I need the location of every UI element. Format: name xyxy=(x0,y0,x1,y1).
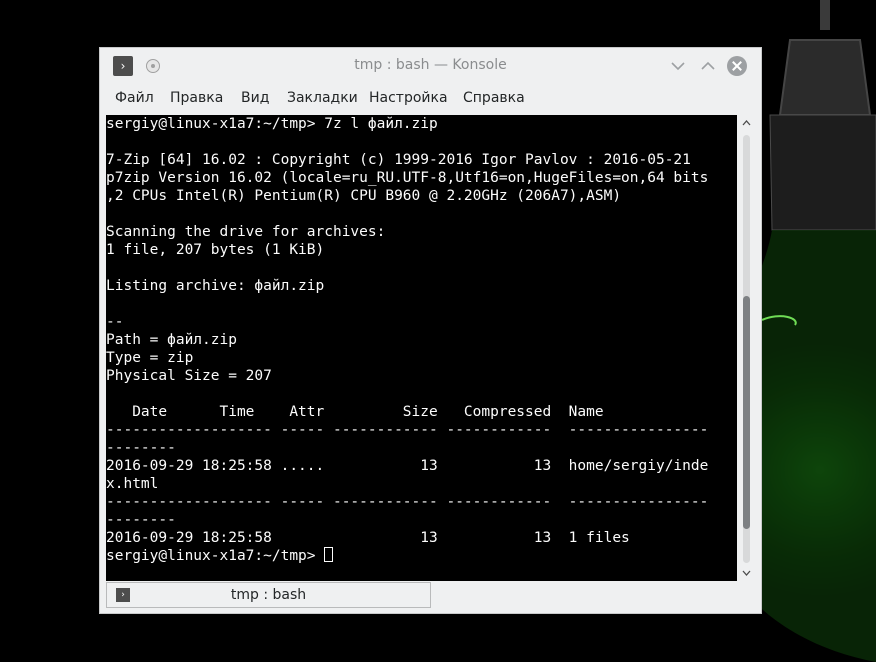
konsole-window: › tmp : bash — Konsole Файл Правка Вид З… xyxy=(99,47,762,614)
terminal-line: Physical Size = 207 xyxy=(106,368,272,384)
menu-view[interactable]: Вид xyxy=(241,90,269,106)
scroll-down-arrow-icon[interactable] xyxy=(742,568,751,577)
terminal-output[interactable]: sergiy@linux-x1a7:~/tmp> 7z l файл.zip 7… xyxy=(106,115,737,581)
terminal-line: -- xyxy=(106,314,124,330)
terminal-line: Listing archive: файл.zip xyxy=(106,278,325,294)
scroll-up-arrow-icon[interactable] xyxy=(742,119,751,128)
close-icon[interactable] xyxy=(727,56,747,76)
menu-help[interactable]: Справка xyxy=(463,90,525,106)
terminal-line: 2016-09-29 18:25:58 13 13 1 files xyxy=(106,530,630,546)
terminal-prompt-line[interactable]: sergiy@linux-x1a7:~/tmp> xyxy=(106,547,334,565)
terminal-line: x.html xyxy=(106,476,159,492)
terminal-line: Type = zip xyxy=(106,350,194,366)
terminal-line: 1 file, 207 bytes (1 KiB) xyxy=(106,242,325,258)
maximize-chevron-up-icon[interactable] xyxy=(698,56,718,76)
terminal-prompt: sergiy@linux-x1a7:~/tmp> xyxy=(106,548,325,564)
terminal-line: -------- xyxy=(106,512,176,528)
minimize-chevron-down-icon[interactable] xyxy=(668,56,688,76)
terminal-line: Date Time Attr Size Compressed Name xyxy=(106,404,604,420)
terminal-line: 2016-09-29 18:25:58 ..... 13 13 home/ser… xyxy=(106,458,709,474)
terminal-line: 7-Zip [64] 16.02 : Copyright (c) 1999-20… xyxy=(106,152,691,168)
terminal-line: ------------------- ----- ------------ -… xyxy=(106,422,709,438)
scroll-thumb[interactable] xyxy=(743,296,750,529)
terminal-cursor xyxy=(324,547,334,562)
session-tab[interactable]: › tmp : bash xyxy=(106,582,431,608)
window-title: tmp : bash — Konsole xyxy=(354,57,507,73)
terminal-line: -------- xyxy=(106,440,176,456)
menu-edit[interactable]: Правка xyxy=(170,90,223,106)
menu-bar: Файл Правка Вид Закладки Настройка Справ… xyxy=(100,86,761,110)
terminal-line: ,2 CPUs Intel(R) Pentium(R) CPU B960 @ 2… xyxy=(106,188,622,204)
terminal-line: sergiy@linux-x1a7:~/tmp> 7z l файл.zip xyxy=(106,116,438,132)
terminal-line: Scanning the drive for archives: xyxy=(106,224,386,240)
terminal-line: Path = файл.zip xyxy=(106,332,237,348)
terminal-line: p7zip Version 16.02 (locale=ru_RU.UTF-8,… xyxy=(106,170,709,186)
menu-file[interactable]: Файл xyxy=(115,90,154,106)
menu-bookmarks[interactable]: Закладки xyxy=(287,90,358,106)
terminal-line: ------------------- ----- ------------ -… xyxy=(106,494,709,510)
menu-settings[interactable]: Настройка xyxy=(369,90,448,106)
tab-label: tmp : bash xyxy=(230,587,307,603)
title-bar[interactable]: › tmp : bash — Konsole xyxy=(100,48,761,84)
terminal-scrollbar[interactable] xyxy=(738,115,755,581)
